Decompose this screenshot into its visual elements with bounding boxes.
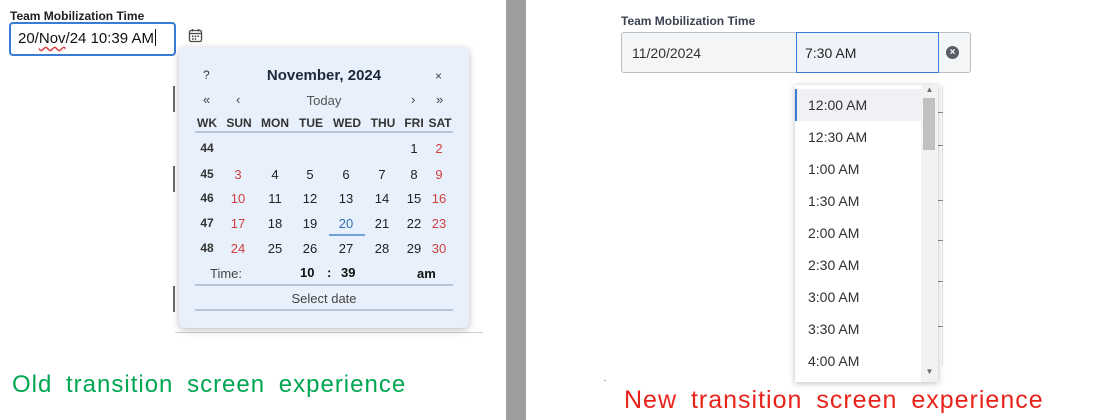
time-option[interactable]: 12:30 AM <box>795 121 921 153</box>
time-label: Time: <box>210 266 243 281</box>
day-cell[interactable]: 14 <box>367 191 397 206</box>
day-cell[interactable]: 2 <box>424 141 454 156</box>
day-cell[interactable]: 26 <box>295 241 325 256</box>
week-number: 46 <box>200 191 214 205</box>
weekday-header-row: WK SUN MON TUE WED THU FRI SAT <box>195 113 453 133</box>
time-option[interactable]: 1:30 AM <box>795 185 921 217</box>
day-cell[interactable]: 21 <box>367 216 397 231</box>
close-button[interactable]: × <box>435 69 442 83</box>
day-cell[interactable]: 6 <box>331 167 361 182</box>
calendar-month-title: November, 2024 <box>266 67 382 84</box>
time-option[interactable]: 4:00 AM <box>795 345 921 377</box>
next-year-button[interactable]: » <box>436 92 443 107</box>
day-cell[interactable]: 10 <box>223 191 253 206</box>
day-cell[interactable]: 19 <box>295 216 325 231</box>
calendar-icon[interactable] <box>188 28 203 43</box>
old-input-rest: /24 10:39 AM <box>65 30 154 47</box>
time-options-list: 12:00 AM 12:30 AM 1:00 AM 1:30 AM 2:00 A… <box>795 85 938 382</box>
time-input-value: 7:30 AM <box>805 45 857 61</box>
day-cell[interactable]: 25 <box>260 241 290 256</box>
old-input-day: 20/ <box>18 30 39 47</box>
next-month-button[interactable]: › <box>411 92 415 107</box>
minute-value[interactable]: 39 <box>341 265 355 280</box>
scrollbar-thumb[interactable] <box>923 98 935 150</box>
day-cell[interactable]: 24 <box>223 241 253 256</box>
clear-icon[interactable]: × <box>946 46 959 59</box>
old-input-month: Nov <box>38 30 66 47</box>
week-number: 45 <box>200 167 214 181</box>
weekday-header: WED <box>333 116 361 130</box>
weekday-header: SUN <box>226 116 252 130</box>
weekday-header: MON <box>261 116 289 130</box>
background-form-edge <box>173 86 175 326</box>
calendar-popup: ? November, 2024 × « ‹ Today › » WK SUN … <box>179 47 469 328</box>
hour-value[interactable]: 10 <box>300 265 314 280</box>
day-cell[interactable]: 30 <box>424 241 454 256</box>
time-option[interactable]: 3:30 AM <box>795 313 921 345</box>
day-cell[interactable]: 13 <box>331 191 361 206</box>
today-button[interactable]: Today <box>179 93 469 108</box>
panel-divider <box>506 0 526 420</box>
day-cell[interactable]: 23 <box>424 216 454 231</box>
background-mark <box>604 380 606 381</box>
ampm-toggle[interactable]: am <box>417 266 436 281</box>
day-cell[interactable]: 12 <box>295 191 325 206</box>
calendar-divider <box>195 309 453 311</box>
text-caret <box>154 29 156 46</box>
time-option[interactable]: 2:30 AM <box>795 249 921 281</box>
new-field-label: Team Mobilization Time <box>621 14 756 28</box>
day-cell[interactable]: 17 <box>223 216 253 231</box>
day-cell[interactable]: 18 <box>260 216 290 231</box>
day-cell[interactable]: 9 <box>424 167 454 182</box>
time-input[interactable]: 7:30 AM <box>796 32 939 73</box>
old-field-label: Team Mobilization Time <box>10 9 145 23</box>
day-cell[interactable]: 7 <box>367 167 397 182</box>
day-cell[interactable]: 27 <box>331 241 361 256</box>
time-option[interactable]: 1:00 AM <box>795 153 921 185</box>
old-datetime-input[interactable]: 20/Nov/24 10:39 AM <box>9 22 176 56</box>
day-cell[interactable]: 28 <box>367 241 397 256</box>
week-number: 47 <box>200 216 214 230</box>
weekday-header: TUE <box>299 116 323 130</box>
day-cell[interactable]: 5 <box>295 167 325 182</box>
date-input[interactable]: 11/20/2024 <box>632 45 701 61</box>
today-underline <box>329 234 365 236</box>
list-scrollbar[interactable]: ▲ ▼ <box>921 85 938 382</box>
new-caption: New transition screen experience <box>624 386 1044 414</box>
select-date-status: Select date <box>291 291 357 306</box>
scroll-up-arrow-icon[interactable]: ▲ <box>924 85 935 94</box>
weekday-header: SAT <box>428 116 452 130</box>
time-option[interactable]: 3:00 AM <box>795 281 921 313</box>
old-caption: Old transition screen experience <box>12 371 407 398</box>
calendar-divider <box>195 284 453 286</box>
old-experience-panel: Team Mobilization Time 20/Nov/24 10:39 A… <box>0 0 505 420</box>
day-cell[interactable]: 4 <box>260 167 290 182</box>
day-cell[interactable]: 3 <box>223 167 253 182</box>
week-number: 44 <box>200 141 214 155</box>
new-datetime-field: 11/20/2024 7:30 AM × <box>621 32 971 73</box>
time-option[interactable]: 2:00 AM <box>795 217 921 249</box>
week-number: 48 <box>200 241 214 255</box>
day-cell[interactable]: 16 <box>424 191 454 206</box>
day-cell-today[interactable]: 20 <box>331 216 361 231</box>
time-option-highlighted[interactable]: 12:00 AM <box>795 89 921 121</box>
time-colon: : <box>327 265 332 280</box>
day-cell[interactable]: 11 <box>260 191 290 206</box>
scroll-down-arrow-icon[interactable]: ▼ <box>924 367 935 376</box>
background-divider-line <box>175 332 483 333</box>
